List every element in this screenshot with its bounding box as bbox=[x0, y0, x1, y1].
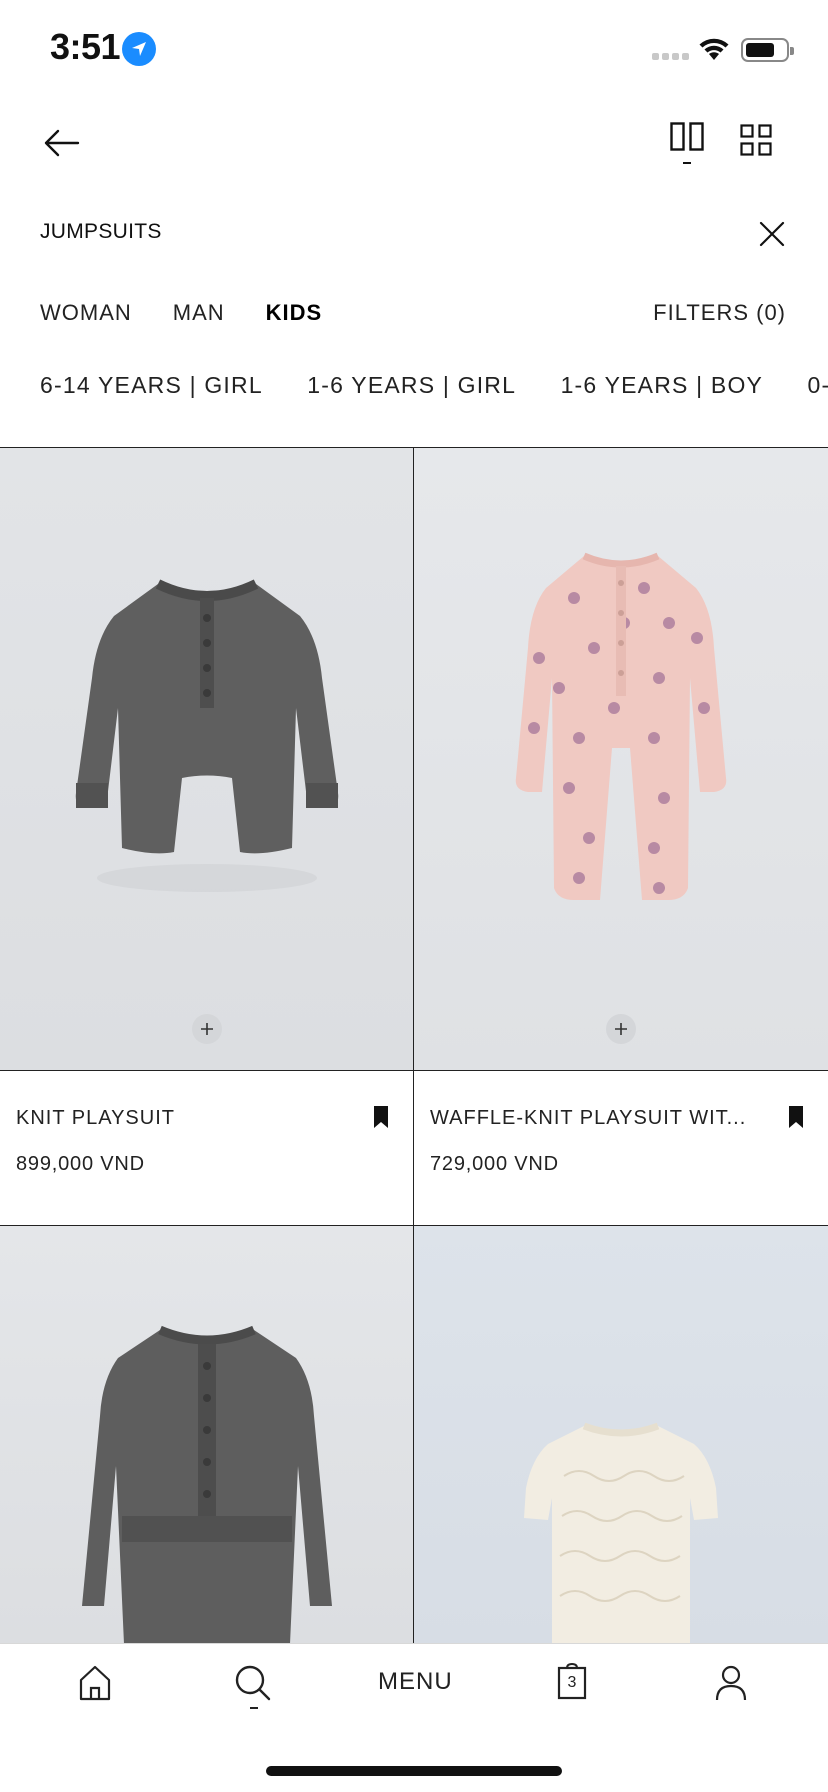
product-image[interactable] bbox=[414, 1226, 828, 1644]
knit-cardigan-playsuit-image bbox=[82, 1325, 332, 1644]
add-to-bag-button[interactable] bbox=[191, 1014, 222, 1044]
four-column-view-icon[interactable] bbox=[740, 124, 772, 156]
cellular-signal-icon bbox=[652, 53, 689, 60]
menu-button[interactable]: MENU bbox=[378, 1668, 453, 1696]
product-card[interactable]: KNIT PLAYSUIT 899,000 VND bbox=[0, 448, 414, 1226]
knit-playsuit-image bbox=[75, 579, 339, 892]
product-name[interactable]: WAFFLE-KNIT PLAYSUIT WIT... bbox=[430, 1107, 746, 1130]
product-grid: KNIT PLAYSUIT 899,000 VND WAFFLE-KNIT PL… bbox=[0, 447, 828, 1644]
product-info[interactable]: KNIT PLAYSUIT 899,000 VND bbox=[0, 1070, 413, 1226]
product-card[interactable]: WAFFLE-KNIT PLAYSUIT WIT... 729,000 VND bbox=[414, 448, 828, 1226]
two-column-view-icon[interactable] bbox=[670, 122, 704, 170]
subcategory-girl-6-14[interactable]: 6-14 YEARS | GIRL bbox=[40, 372, 263, 399]
gender-tabs: WOMAN MAN KIDS bbox=[40, 300, 363, 326]
status-bar: 3:51 bbox=[0, 0, 828, 100]
subcategory-girl-1-6[interactable]: 1-6 YEARS | GIRL bbox=[307, 372, 516, 399]
product-image[interactable] bbox=[414, 448, 828, 1070]
product-card[interactable] bbox=[0, 1226, 414, 1644]
subcategory-0-18[interactable]: 0-18 bbox=[808, 372, 828, 399]
product-name[interactable]: KNIT PLAYSUIT bbox=[16, 1107, 175, 1130]
profile-icon[interactable] bbox=[714, 1664, 748, 1702]
home-indicator bbox=[266, 1766, 562, 1776]
search-icon[interactable] bbox=[234, 1664, 272, 1712]
subcategory-boy-1-6[interactable]: 1-6 YEARS | BOY bbox=[561, 372, 764, 399]
tab-woman[interactable]: WOMAN bbox=[40, 300, 132, 326]
status-time: 3:51 bbox=[50, 26, 121, 67]
location-arrow-icon bbox=[122, 32, 156, 66]
subcategory-chips: 6-14 YEARS | GIRL 1-6 YEARS | GIRL 1-6 Y… bbox=[40, 372, 828, 399]
search-bar[interactable]: JUMPSUITS bbox=[0, 210, 828, 262]
battery-icon bbox=[741, 38, 794, 62]
plus-icon bbox=[615, 1023, 627, 1035]
bookmark-icon[interactable] bbox=[788, 1105, 804, 1129]
wifi-icon bbox=[699, 38, 729, 60]
cart-button[interactable]: 3 bbox=[557, 1662, 587, 1700]
product-info[interactable]: WAFFLE-KNIT PLAYSUIT WIT... 729,000 VND bbox=[414, 1070, 828, 1226]
product-image[interactable] bbox=[0, 448, 413, 1070]
plus-icon bbox=[200, 1023, 213, 1035]
close-icon[interactable] bbox=[758, 220, 786, 248]
product-image[interactable] bbox=[0, 1226, 413, 1644]
tab-man[interactable]: MAN bbox=[173, 300, 225, 326]
home-icon[interactable] bbox=[78, 1664, 112, 1702]
product-price: 729,000 VND bbox=[430, 1153, 559, 1175]
product-price: 899,000 VND bbox=[16, 1153, 145, 1175]
back-arrow-icon[interactable] bbox=[40, 122, 82, 164]
filters-button[interactable]: FILTERS (0) bbox=[653, 300, 786, 326]
waffle-knit-playsuit-image bbox=[515, 552, 727, 900]
product-card[interactable] bbox=[414, 1226, 828, 1644]
add-to-bag-button[interactable] bbox=[606, 1014, 636, 1044]
crochet-romper-image bbox=[524, 1422, 718, 1644]
cart-count: 3 bbox=[567, 1674, 577, 1691]
tab-kids[interactable]: KIDS bbox=[266, 300, 323, 326]
bookmark-icon[interactable] bbox=[373, 1105, 389, 1129]
search-query-text[interactable]: JUMPSUITS bbox=[40, 220, 162, 244]
